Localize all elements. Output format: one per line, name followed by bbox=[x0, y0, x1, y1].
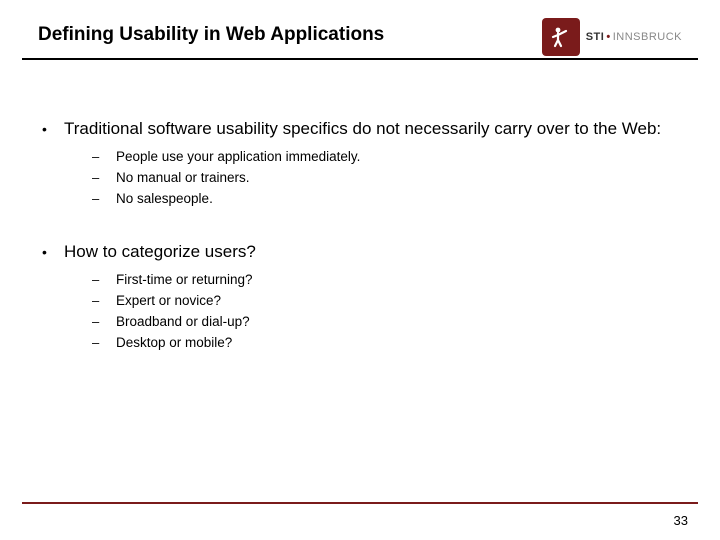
brand-text: STI • INNSBRUCK bbox=[586, 31, 682, 43]
spacer bbox=[42, 215, 678, 241]
content-area: • Traditional software usability specifi… bbox=[0, 60, 720, 359]
list-item: – First-time or returning? bbox=[92, 271, 678, 289]
sub-text: No salespeople. bbox=[116, 190, 213, 208]
bullet-marker: • bbox=[42, 118, 64, 140]
brand-sti: STI bbox=[586, 31, 605, 43]
bullet-level1: • Traditional software usability specifi… bbox=[42, 118, 678, 140]
list-item: – Expert or novice? bbox=[92, 292, 678, 310]
sub-text: Desktop or mobile? bbox=[116, 334, 232, 352]
sub-text: Broadband or dial-up? bbox=[116, 313, 250, 331]
list-item: – Desktop or mobile? bbox=[92, 334, 678, 352]
dash-marker: – bbox=[92, 190, 116, 208]
dash-marker: – bbox=[92, 292, 116, 310]
footer-divider bbox=[22, 502, 698, 504]
sub-list: – First-time or returning? – Expert or n… bbox=[92, 271, 678, 359]
dash-marker: – bbox=[92, 148, 116, 166]
bullet-text: How to categorize users? bbox=[64, 241, 256, 263]
bullet-marker: • bbox=[42, 241, 64, 263]
list-item: – Broadband or dial-up? bbox=[92, 313, 678, 331]
dash-marker: – bbox=[92, 271, 116, 289]
sti-logo-icon bbox=[542, 18, 580, 56]
list-item: – No salespeople. bbox=[92, 190, 678, 208]
brand-logo-block: STI • INNSBRUCK bbox=[542, 18, 682, 56]
slide: Defining Usability in Web Applications S… bbox=[0, 0, 720, 540]
sub-list: – People use your application immediatel… bbox=[92, 148, 678, 215]
list-item: – No manual or trainers. bbox=[92, 169, 678, 187]
brand-dot-icon: • bbox=[606, 31, 610, 43]
sub-text: People use your application immediately. bbox=[116, 148, 360, 166]
dash-marker: – bbox=[92, 334, 116, 352]
page-number: 33 bbox=[674, 513, 688, 528]
sub-text: First-time or returning? bbox=[116, 271, 253, 289]
brand-innsbruck: INNSBRUCK bbox=[613, 31, 682, 43]
bullet-level1: • How to categorize users? bbox=[42, 241, 678, 263]
dash-marker: – bbox=[92, 313, 116, 331]
header: Defining Usability in Web Applications S… bbox=[0, 0, 720, 46]
sub-text: Expert or novice? bbox=[116, 292, 221, 310]
dash-marker: – bbox=[92, 169, 116, 187]
bullet-text: Traditional software usability specifics… bbox=[64, 118, 661, 140]
list-item: – People use your application immediatel… bbox=[92, 148, 678, 166]
sub-text: No manual or trainers. bbox=[116, 169, 250, 187]
